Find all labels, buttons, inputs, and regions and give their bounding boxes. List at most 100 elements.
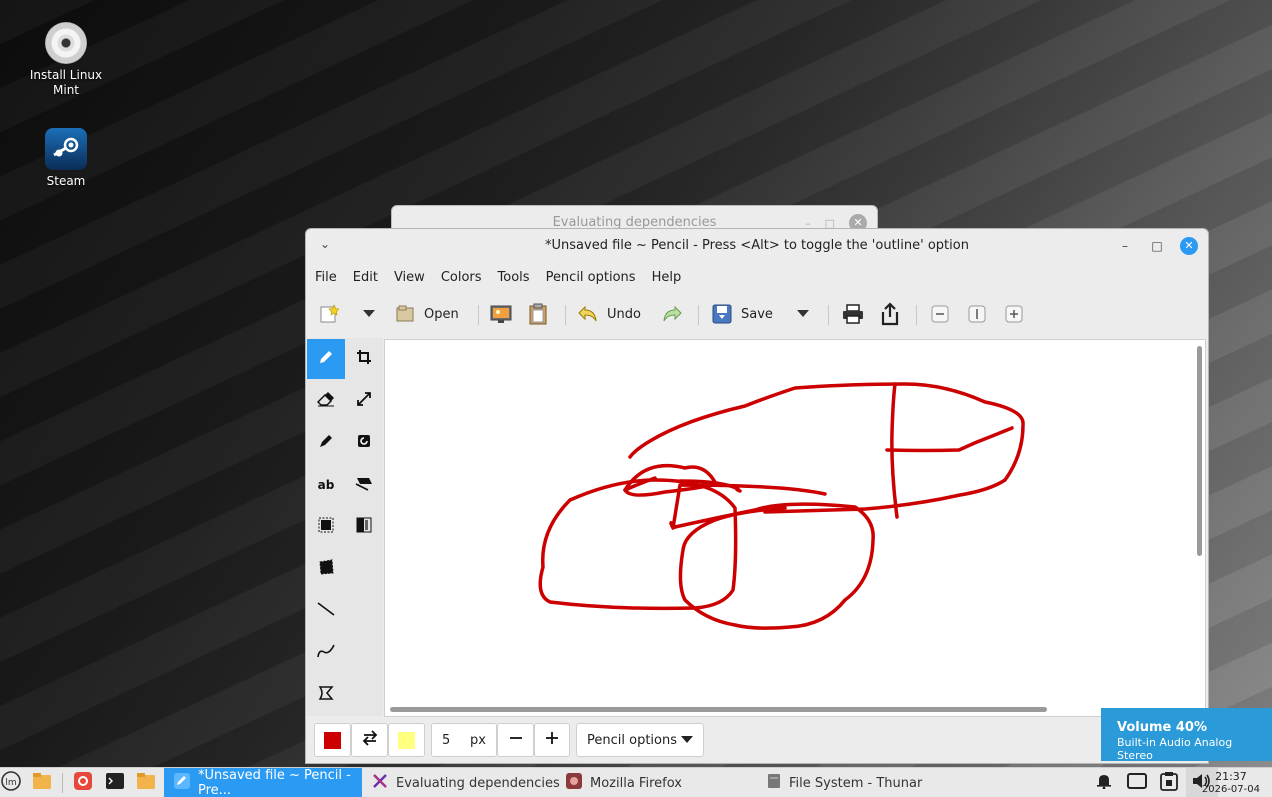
new-dropdown[interactable]	[358, 295, 380, 333]
tool-text[interactable]: ab	[307, 465, 345, 505]
package-installer-icon	[372, 773, 388, 793]
export-button[interactable]	[879, 295, 901, 333]
tool-scale[interactable]	[345, 381, 383, 421]
task-evaluating-dependencies[interactable]: Evaluating dependencies	[362, 768, 570, 797]
tool-filters[interactable]	[345, 507, 383, 547]
redo-icon	[661, 303, 683, 325]
menu-file[interactable]: File	[306, 267, 344, 289]
print-button[interactable]	[842, 295, 864, 333]
menu-pencil-options[interactable]: Pencil options	[537, 267, 643, 289]
menu-tools[interactable]: Tools	[489, 267, 537, 289]
launcher-files[interactable]	[32, 768, 52, 797]
zoom-original-button[interactable]	[966, 295, 988, 333]
minimize-button[interactable]: –	[1116, 237, 1134, 255]
paste-button[interactable]	[527, 295, 549, 333]
tray-display[interactable]	[1127, 768, 1147, 797]
drawing-canvas[interactable]	[384, 339, 1206, 717]
size-spinbutton[interactable]: 5 px	[431, 723, 497, 757]
save-label: Save	[741, 306, 773, 322]
import-image-button[interactable]	[490, 295, 512, 333]
desktop-icon-steam[interactable]: Steam	[21, 128, 111, 189]
task-thunar[interactable]: File System - Thunar	[757, 768, 932, 797]
title-bar[interactable]: ⌄ *Unsaved file ~ Pencil - Press <Alt> t…	[306, 229, 1208, 263]
tools-panel: ab	[307, 338, 383, 716]
secondary-color-button[interactable]	[388, 723, 425, 757]
launcher-firefox[interactable]	[73, 768, 93, 797]
line-icon	[317, 601, 335, 621]
clock[interactable]: 21:37 2026-07-04	[1202, 770, 1260, 796]
desktop-icon-install-mint[interactable]: Install Linux Mint	[21, 22, 111, 98]
filters-icon	[356, 517, 372, 537]
main-color-swatch	[324, 731, 341, 749]
undo-label: Undo	[607, 306, 641, 322]
toolbar: Open Undo Save	[306, 295, 1208, 333]
tool-highlighter[interactable]	[307, 423, 345, 463]
size-decrease-button[interactable]	[497, 723, 534, 757]
zoom-out-button[interactable]	[929, 295, 951, 333]
chevron-down-icon	[358, 303, 380, 325]
tool-skew[interactable]	[345, 465, 383, 505]
minus-icon	[509, 731, 523, 749]
tool-line[interactable]	[307, 591, 345, 631]
task-pencil[interactable]: *Unsaved file ~ Pencil - Pre...	[164, 768, 362, 797]
new-button[interactable]	[318, 295, 340, 333]
volume-notification: Volume 40% Built-in Audio Analog Stereo	[1101, 708, 1272, 762]
horizontal-scrollbar[interactable]	[390, 707, 1047, 712]
tool-shape[interactable]	[307, 675, 345, 715]
tool-options-dropdown[interactable]: Pencil options	[576, 723, 704, 757]
taskbar: lm *Unsaved file ~ Pencil - Pre... Evalu…	[0, 767, 1272, 797]
save-button[interactable]: Save	[711, 295, 773, 333]
svg-text:lm: lm	[5, 778, 16, 788]
desktop-icon-label: Install Linux Mint	[29, 68, 103, 97]
steam-icon	[45, 128, 87, 170]
mint-menu-icon: lm	[1, 771, 21, 795]
menu-button[interactable]: lm	[0, 768, 22, 797]
exchange-colors-button[interactable]	[351, 723, 388, 757]
save-icon	[711, 303, 733, 325]
clock-time: 21:37	[1215, 770, 1247, 783]
tool-crop[interactable]	[345, 339, 383, 379]
tool-free-select[interactable]	[307, 549, 345, 589]
menu-help[interactable]: Help	[643, 267, 689, 289]
main-color-button[interactable]	[314, 723, 351, 757]
pencil-icon	[318, 349, 334, 369]
launcher-file-manager[interactable]	[136, 768, 156, 797]
undo-button[interactable]: Undo	[577, 295, 641, 333]
zoom-in-button[interactable]	[1003, 295, 1025, 333]
clipboard-icon	[527, 303, 549, 325]
taskbar-separator	[62, 773, 63, 793]
tray-clipboard[interactable]	[1160, 768, 1178, 797]
tool-rotate[interactable]	[345, 423, 383, 463]
menu-edit[interactable]: Edit	[344, 267, 385, 289]
vertical-scrollbar[interactable]	[1197, 346, 1202, 556]
toolbar-separator	[478, 305, 479, 325]
launcher-terminal[interactable]	[105, 768, 125, 797]
close-button[interactable]: ✕	[1180, 237, 1198, 255]
swap-icon	[361, 730, 379, 750]
task-label: *Unsaved file ~ Pencil - Pre...	[198, 768, 351, 797]
disc-icon	[45, 22, 87, 64]
size-unit: px	[470, 732, 486, 748]
zoom-out-icon	[929, 303, 951, 325]
size-increase-button[interactable]	[534, 723, 570, 757]
share-icon	[879, 302, 901, 326]
toolbar-separator	[698, 305, 699, 325]
redo-button[interactable]	[661, 295, 683, 333]
task-firefox[interactable]: Mozilla Firefox	[556, 768, 692, 797]
tray-notifications[interactable]	[1096, 768, 1112, 797]
tool-curve[interactable]	[307, 633, 345, 673]
menu-view[interactable]: View	[385, 267, 432, 289]
drawing-strokes	[538, 382, 1025, 630]
chevron-down-icon	[792, 303, 814, 325]
tool-eraser[interactable]	[307, 381, 345, 421]
open-button[interactable]: Open	[394, 295, 459, 333]
menu-colors[interactable]: Colors	[432, 267, 489, 289]
save-dropdown[interactable]	[792, 295, 814, 333]
rect-select-icon	[318, 517, 334, 537]
maximize-button[interactable]: □	[1148, 237, 1166, 255]
undo-icon	[577, 303, 599, 325]
tool-pencil[interactable]	[307, 339, 345, 379]
free-select-icon	[318, 559, 334, 579]
task-label: Mozilla Firefox	[590, 775, 682, 791]
tool-rect-select[interactable]	[307, 507, 345, 547]
